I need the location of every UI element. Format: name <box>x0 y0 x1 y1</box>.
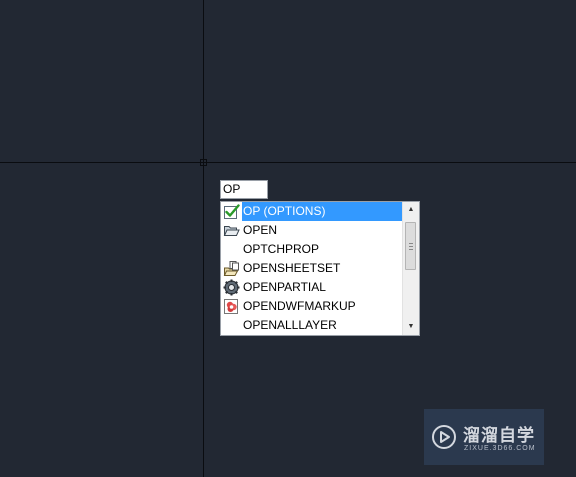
play-logo-icon <box>431 424 457 450</box>
cursor-pickbox <box>200 159 207 166</box>
autocomplete-item-label: OPENSHEETSET <box>243 261 341 275</box>
autocomplete-item-label: OP (OPTIONS) <box>242 202 404 221</box>
autocomplete-item-label: OPENDWFMARKUP <box>243 299 356 313</box>
autocomplete-item-label: OPTCHPROP <box>243 242 320 256</box>
scroll-down-arrow-icon[interactable]: ▼ <box>403 319 419 335</box>
autocomplete-scrollbar[interactable]: ▲ ▼ <box>402 202 419 335</box>
autocomplete-item-label: OPEN <box>243 223 278 237</box>
watermark-title: 溜溜自学 <box>463 426 535 446</box>
autocomplete-item-opendwfmarkup[interactable]: OPENDWFMARKUP <box>221 297 403 316</box>
scrollbar-thumb[interactable] <box>405 222 416 270</box>
autocomplete-items: OP (OPTIONS) OPEN OPTCHPROP OPENSHEETSET… <box>221 202 404 335</box>
scroll-up-arrow-icon[interactable]: ▲ <box>403 202 419 218</box>
options-check-icon <box>223 203 240 220</box>
gear-icon <box>223 279 240 296</box>
open-folder-icon <box>223 222 240 239</box>
autocomplete-item-label: OPENALLLAYER <box>243 318 337 332</box>
thumb-grip-line <box>409 243 413 244</box>
crosshair-horizontal <box>0 162 576 163</box>
autocomplete-item-label: OPENPARTIAL <box>243 280 326 294</box>
watermark: 溜溜自学 ZIXUE.3D66.COM <box>424 409 544 465</box>
autocomplete-item-open[interactable]: OPEN <box>221 221 403 240</box>
sheetset-icon <box>223 260 240 277</box>
autocomplete-item-openpartial[interactable]: OPENPARTIAL <box>221 278 403 297</box>
command-autocomplete-list[interactable]: OP (OPTIONS) OPEN OPTCHPROP OPENSHEETSET… <box>220 201 420 336</box>
autocomplete-item-opensheetset[interactable]: OPENSHEETSET <box>221 259 403 278</box>
thumb-grip-line <box>409 246 413 247</box>
watermark-url: ZIXUE.3D66.COM <box>464 445 536 452</box>
command-input-text: OP <box>223 182 241 196</box>
autocomplete-item-optchprop[interactable]: OPTCHPROP <box>221 240 403 259</box>
autocomplete-item-openalllayer[interactable]: OPENALLLAYER <box>221 316 403 335</box>
dynamic-command-input[interactable]: OP <box>220 180 268 199</box>
thumb-grip-line <box>409 249 413 250</box>
dwf-markup-icon <box>223 298 240 315</box>
crosshair-vertical <box>203 0 204 477</box>
autocomplete-item-options[interactable]: OP (OPTIONS) <box>221 202 404 221</box>
